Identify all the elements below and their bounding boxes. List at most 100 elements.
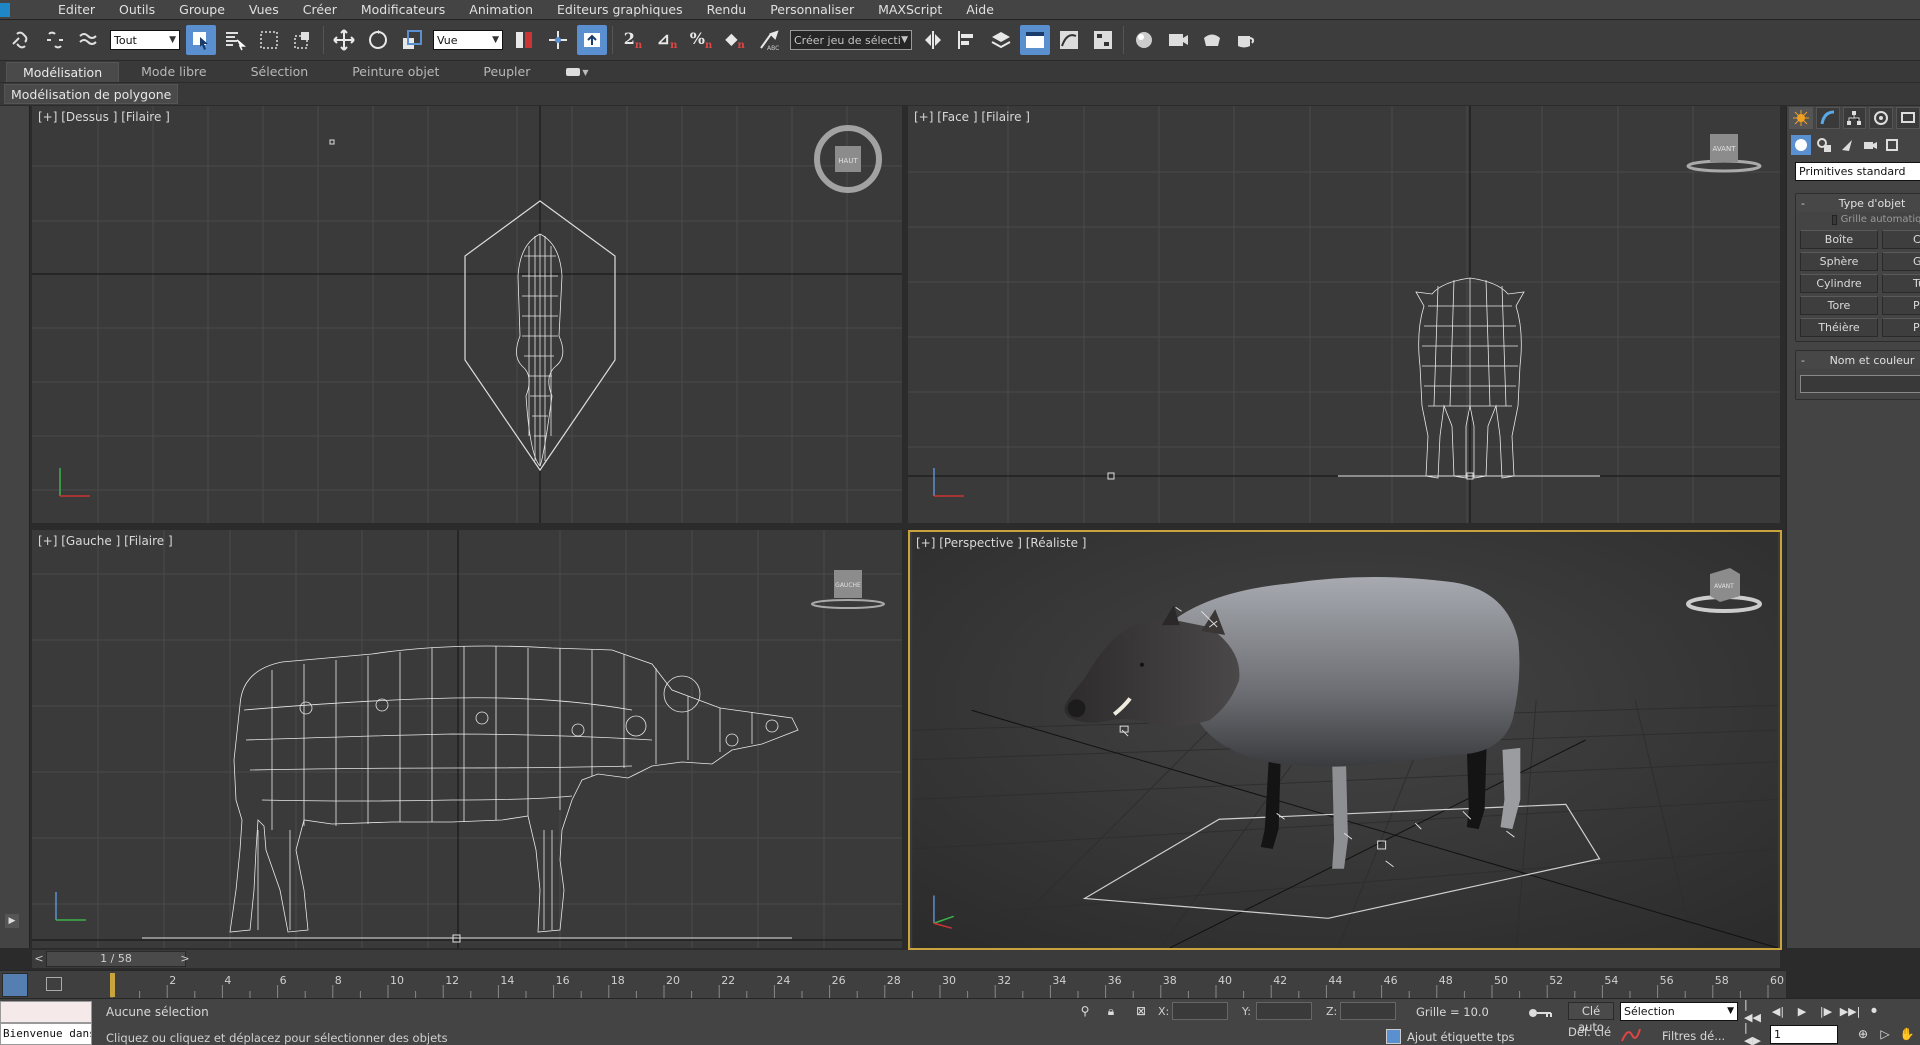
mini-curve-editor-icon[interactable] xyxy=(46,977,62,991)
key-icon[interactable] xyxy=(1527,1007,1553,1019)
key-mode-toggle-icon[interactable]: |◀▶ xyxy=(1744,1021,1764,1045)
go-to-start-icon[interactable]: |◀◀ xyxy=(1744,998,1764,1024)
tab-hierarchy-icon[interactable] xyxy=(1842,107,1867,129)
menu-groupe[interactable]: Groupe xyxy=(167,0,237,20)
box-button[interactable]: Boîte xyxy=(1800,230,1878,249)
unlink-icon[interactable] xyxy=(40,25,70,55)
geosphere-button[interactable]: Géosphère xyxy=(1882,252,1920,271)
app-logo-icon[interactable] xyxy=(0,2,10,17)
tube-button[interactable]: Tube xyxy=(1882,274,1920,293)
snaps-icon[interactable]: 2n xyxy=(618,25,648,55)
curve-editor-icon[interactable] xyxy=(1054,25,1084,55)
selection-filter-select[interactable]: Tout ▼ xyxy=(110,30,180,50)
ribbon-toggle[interactable]: ▼ xyxy=(566,62,589,82)
primitive-type-dropdown[interactable]: Primitives standard xyxy=(1795,162,1920,181)
maxscript-listener[interactable]: Bienvenue dans MAXScript. xyxy=(0,1001,92,1045)
edit-named-sets-icon[interactable]: ABC xyxy=(754,25,784,55)
cylinder-button[interactable]: Cylindre xyxy=(1800,274,1878,293)
viewport-perspective-label[interactable]: [+] [Perspective ] [Réaliste ] xyxy=(916,536,1086,550)
autogrid-checkbox[interactable]: Grille automatique xyxy=(1832,214,1920,225)
menu-personnaliser[interactable]: Personnaliser xyxy=(758,0,866,20)
isolate-icon[interactable]: ⚲ xyxy=(1078,1004,1092,1018)
tab-motion-icon[interactable] xyxy=(1869,107,1894,129)
lights-category-icon[interactable] xyxy=(1837,135,1857,155)
viewport-top-label[interactable]: [+] [Dessus ] [Filaire ] xyxy=(38,110,170,124)
move-icon[interactable] xyxy=(329,25,359,55)
percent-snap-icon[interactable]: %n xyxy=(686,25,716,55)
menu-maxscript[interactable]: MAXScript xyxy=(866,0,954,20)
shapes-category-icon[interactable] xyxy=(1814,135,1834,155)
pan-icon[interactable]: ✋ xyxy=(1898,1025,1916,1043)
tab-selection[interactable]: Sélection xyxy=(229,62,331,82)
object-type-header[interactable]: - Type d'objet xyxy=(1796,194,1920,212)
maxscript-input[interactable] xyxy=(0,1001,92,1023)
rectangular-region-icon[interactable] xyxy=(254,25,284,55)
tab-peupler[interactable]: Peupler xyxy=(461,62,552,82)
geometry-category-icon[interactable] xyxy=(1791,135,1811,155)
spinner-snap-icon[interactable]: ◆n xyxy=(720,25,750,55)
polygon-modeling-label[interactable]: Modélisation de polygone xyxy=(4,84,179,104)
select-by-name-icon[interactable] xyxy=(220,25,250,55)
viewport-layout-icon[interactable] xyxy=(2,973,28,997)
render-setup-icon[interactable] xyxy=(1163,25,1193,55)
tab-modify-icon[interactable] xyxy=(1815,107,1840,129)
cone-button[interactable]: Cône xyxy=(1882,230,1920,249)
rotate-icon[interactable] xyxy=(363,25,393,55)
bind-spacewarp-icon[interactable] xyxy=(74,25,104,55)
cameras-category-icon[interactable] xyxy=(1860,135,1880,155)
key-filter-select[interactable]: Sélection ▼ xyxy=(1620,1002,1738,1021)
current-frame-input[interactable]: 1 xyxy=(1770,1025,1838,1044)
next-frame-icon[interactable]: |▶ xyxy=(1816,1002,1836,1020)
tab-create-icon[interactable] xyxy=(1789,107,1813,129)
material-editor-icon[interactable] xyxy=(1129,25,1159,55)
menu-creer[interactable]: Créer xyxy=(291,0,349,20)
zoom-icon[interactable]: ⊕ xyxy=(1854,1025,1872,1043)
key-curve-icon[interactable] xyxy=(1620,1027,1642,1043)
scale-icon[interactable] xyxy=(397,25,427,55)
key-mode-icon[interactable]: ⏺ xyxy=(1864,1002,1884,1020)
link-icon[interactable] xyxy=(6,25,36,55)
viewport-left-label[interactable]: [+] [Gauche ] [Filaire ] xyxy=(38,534,173,548)
time-slider[interactable]: < 1 / 58 > xyxy=(32,950,1780,968)
torus-button[interactable]: Tore xyxy=(1800,296,1878,315)
schematic-view-icon[interactable] xyxy=(1088,25,1118,55)
go-to-end-icon[interactable]: ▶▶| xyxy=(1840,1002,1861,1020)
viewport-front-label[interactable]: [+] [Face ] [Filaire ] xyxy=(914,110,1030,124)
play-icon[interactable]: ▶ xyxy=(1792,1002,1812,1020)
viewport-top[interactable]: [+] [Dessus ] [Filaire ] HAUT xyxy=(32,106,902,523)
viewport-perspective[interactable]: [+] [Perspective ] [Réaliste ] AVANT xyxy=(908,530,1782,950)
rendered-frame-icon[interactable] xyxy=(1197,25,1227,55)
menu-editeurs-graphiques[interactable]: Editeurs graphiques xyxy=(545,0,695,20)
render-icon[interactable] xyxy=(1231,25,1261,55)
menu-aide[interactable]: Aide xyxy=(954,0,1006,20)
auto-key-button[interactable]: Clé auto xyxy=(1568,1002,1614,1034)
expand-arrow-icon[interactable]: ▶ xyxy=(5,914,19,928)
current-frame-marker[interactable] xyxy=(110,973,115,997)
viewport-left[interactable]: [+] [Gauche ] [Filaire ] GAUCHE xyxy=(32,530,902,948)
viewcube-top[interactable]: HAUT xyxy=(813,124,883,197)
time-next-button[interactable]: > xyxy=(178,951,192,967)
plane-button[interactable]: Plan xyxy=(1882,318,1920,337)
viewport-front[interactable]: [+] [Face ] [Filaire ] AVANT xyxy=(908,106,1780,523)
x-coordinate-input[interactable] xyxy=(1172,1002,1228,1020)
select-object-icon[interactable] xyxy=(186,25,216,55)
menu-outils[interactable]: Outils xyxy=(107,0,167,20)
y-coordinate-input[interactable] xyxy=(1256,1002,1312,1020)
lock-icon[interactable]: 🔒︎ xyxy=(1104,1004,1118,1018)
maxscript-output[interactable]: Bienvenue dans MAXScript. xyxy=(0,1023,92,1045)
viewcube-front[interactable]: AVANT xyxy=(1684,118,1764,181)
helpers-category-icon[interactable] xyxy=(1883,135,1903,155)
teapot-button[interactable]: Théière xyxy=(1800,318,1878,337)
object-name-input[interactable] xyxy=(1800,375,1920,393)
set-key-button[interactable]: Déf. clé xyxy=(1568,1025,1611,1039)
menu-modificateurs[interactable]: Modificateurs xyxy=(349,0,457,20)
scene-explorer-icon[interactable] xyxy=(1020,25,1050,55)
z-coordinate-input[interactable] xyxy=(1340,1002,1396,1020)
angle-snap-icon[interactable]: ⊿n xyxy=(652,25,682,55)
menu-vues[interactable]: Vues xyxy=(237,0,291,20)
align-icon[interactable] xyxy=(952,25,982,55)
mirror-icon[interactable] xyxy=(918,25,948,55)
tab-mode-libre[interactable]: Mode libre xyxy=(119,62,228,82)
select-manipulate-icon[interactable] xyxy=(543,25,573,55)
ref-coord-select[interactable]: Vue ▼ xyxy=(433,30,503,50)
